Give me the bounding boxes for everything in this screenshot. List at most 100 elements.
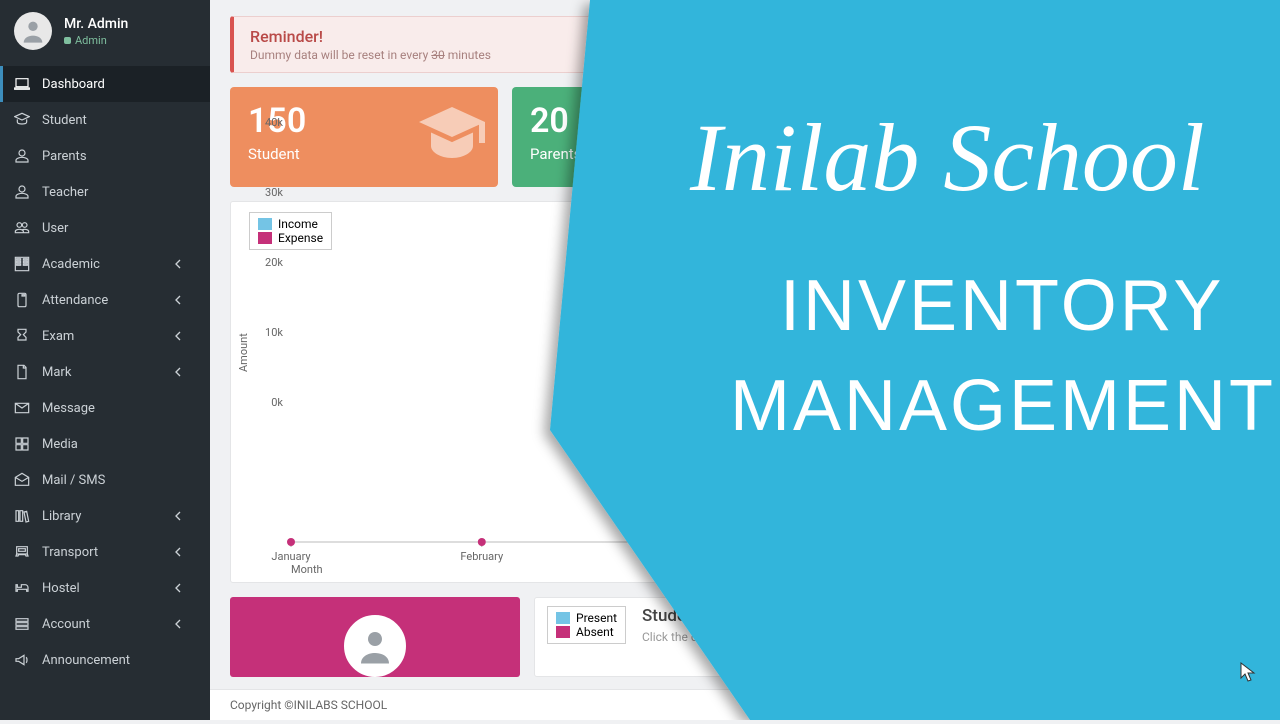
attendance-sub: Click the columns to view this month stu…: [642, 630, 944, 644]
svg-text:20k: 20k: [265, 256, 283, 269]
profile-card[interactable]: [230, 597, 520, 677]
chevron-left-icon: [170, 364, 186, 380]
svg-text:10k: 10k: [265, 326, 283, 339]
sidebar-item-label: Library: [42, 509, 81, 524]
svg-text:June: June: [1233, 550, 1257, 563]
sidebar-item-library[interactable]: Library: [0, 498, 210, 534]
attendance-box: Present Absent Students Today's Attendan…: [534, 597, 1260, 677]
card-parents[interactable]: 20 Parents: [512, 87, 780, 187]
grid-icon: [14, 436, 30, 452]
svg-text:April: April: [852, 550, 874, 563]
reminder-text: Dummy data will be reset in every 30 min…: [250, 48, 1243, 62]
sidebar-item-parents[interactable]: Parents: [0, 138, 210, 174]
reminder-banner: Reminder! Dummy data will be reset in ev…: [230, 16, 1260, 73]
library-icon: [14, 508, 30, 524]
chevron-left-icon: [170, 508, 186, 524]
svg-text:May: May: [1044, 550, 1066, 563]
avatar: [14, 12, 52, 50]
academic-icon: [14, 256, 30, 272]
nav-list: Dashboard Student Parents Teacher User Academ…: [0, 66, 210, 678]
sidebar-item-transport[interactable]: Transport: [0, 534, 210, 570]
sidebar-item-label: Account: [42, 617, 90, 632]
profile-card-avatar: [344, 615, 406, 677]
chevron-left-icon: [170, 256, 186, 272]
chart-ylabel: Amount: [237, 333, 250, 372]
chart-xlabel: Month: [291, 563, 323, 576]
sidebar-item-label: Hostel: [42, 581, 80, 596]
chevron-left-icon: [170, 544, 186, 560]
sidebar-item-label: Attendance: [42, 293, 108, 308]
sidebar-item-label: Exam: [42, 329, 74, 344]
sidebar-item-label: Media: [42, 437, 78, 452]
horn-icon: [14, 652, 30, 668]
sidebar-item-label: Teacher: [42, 185, 88, 200]
stat-cards: 150 Student 20 Parents: [230, 87, 1260, 187]
sidebar-item-label: Dashboard: [42, 77, 105, 92]
sidebar-item-hostel[interactable]: Hostel: [0, 570, 210, 606]
open-mail-icon: [14, 472, 30, 488]
sidebar-item-message[interactable]: Message: [0, 390, 210, 426]
grad-cap-icon: [416, 101, 488, 173]
footer: Copyright ©INILABS SCHOOL: [210, 689, 1280, 720]
svg-text:February: February: [460, 550, 504, 563]
sidebar-item-label: Parents: [42, 149, 87, 164]
chevron-left-icon: [170, 292, 186, 308]
sidebar-item-dashboard[interactable]: Dashboard: [0, 66, 210, 102]
profile-block[interactable]: Mr. Admin Admin: [0, 0, 210, 62]
main: Reminder! Dummy data will be reset in ev…: [210, 0, 1280, 720]
sidebar-item-label: Student: [42, 113, 87, 128]
attendance-legend: Present Absent: [547, 606, 626, 644]
chevron-left-icon: [170, 580, 186, 596]
svg-text:0k: 0k: [271, 396, 283, 409]
chevron-left-icon: [170, 616, 186, 632]
sidebar-item-user[interactable]: User: [0, 210, 210, 246]
svg-text:March: March: [657, 550, 688, 563]
users-icon: [14, 220, 30, 236]
bed-icon: [14, 580, 30, 596]
sidebar-item-mail-sms[interactable]: Mail / SMS: [0, 462, 210, 498]
sidebar-item-teacher[interactable]: Teacher: [0, 174, 210, 210]
stack-icon: [14, 616, 30, 632]
sidebar-item-account[interactable]: Account: [0, 606, 210, 642]
bus-icon: [14, 544, 30, 560]
person-icon: [14, 184, 30, 200]
sidebar-item-exam[interactable]: Exam: [0, 318, 210, 354]
chart-box: Income Expense Click mon Amount Month 0k…: [230, 201, 1260, 583]
chevron-left-icon: [170, 328, 186, 344]
sidebar-item-label: Academic: [42, 257, 100, 272]
clip-icon: [14, 292, 30, 308]
grad-icon: [14, 112, 30, 128]
profile-role: Admin: [64, 34, 128, 47]
profile-name: Mr. Admin: [64, 16, 128, 32]
sidebar-item-attendance[interactable]: Attendance: [0, 282, 210, 318]
monitor-icon: [14, 76, 30, 92]
svg-text:30k: 30k: [265, 186, 283, 199]
chart-legend: Income Expense: [249, 212, 332, 250]
sidebar-item-announcement[interactable]: Announcement: [0, 642, 210, 678]
sidebar-item-label: Mark: [42, 365, 71, 380]
sidebar: Mr. Admin Admin Dashboard Student Parents T…: [0, 0, 210, 720]
sidebar-item-academic[interactable]: Academic: [0, 246, 210, 282]
sidebar-item-label: Announcement: [42, 653, 130, 668]
attendance-title: Students Today's Attendance: [642, 606, 944, 626]
hourglass-icon: [14, 328, 30, 344]
file-icon: [14, 364, 30, 380]
sidebar-item-label: Mail / SMS: [42, 473, 105, 488]
cursor-icon: [1240, 662, 1256, 682]
sidebar-item-mark[interactable]: Mark: [0, 354, 210, 390]
sidebar-item-label: Transport: [42, 545, 98, 560]
card-student[interactable]: 150 Student: [230, 87, 498, 187]
chart-plot[interactable]: 0k10k20k30k40kJanuaryFebruaryMarchAprilM…: [291, 262, 1245, 542]
person-icon: [14, 148, 30, 164]
svg-text:January: January: [271, 550, 311, 563]
sidebar-item-label: Message: [42, 401, 95, 416]
svg-text:40k: 40k: [265, 116, 283, 129]
chart-hint: Click mon: [243, 216, 1247, 230]
legend-swatch-expense: [258, 232, 272, 244]
legend-swatch-income: [258, 218, 272, 230]
sidebar-item-student[interactable]: Student: [0, 102, 210, 138]
reminder-title: Reminder!: [250, 27, 1243, 46]
sidebar-item-media[interactable]: Media: [0, 426, 210, 462]
sidebar-item-label: User: [42, 221, 68, 236]
mail-icon: [14, 400, 30, 416]
